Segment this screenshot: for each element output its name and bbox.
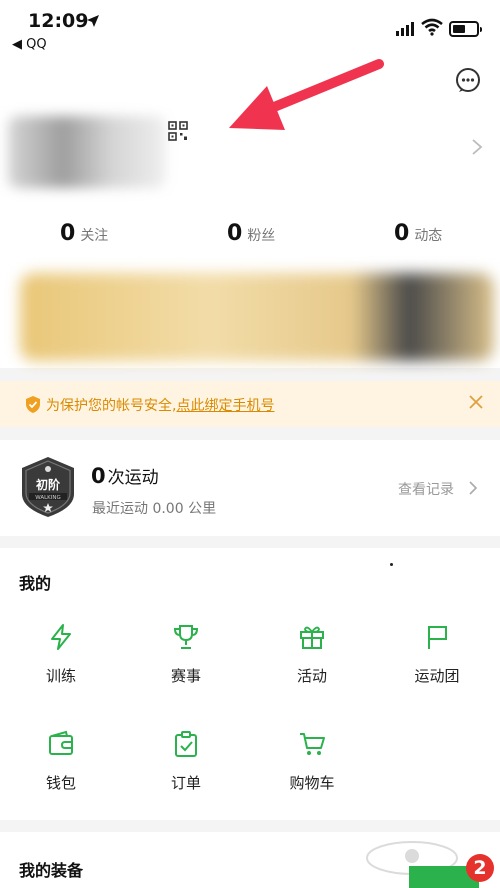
annotation-arrow-icon: [229, 59, 384, 130]
stat-number: 0: [227, 221, 243, 246]
back-to-qq-link[interactable]: ◀ QQ: [12, 37, 47, 52]
stat-number: 0: [394, 221, 410, 246]
badge-sub-text: WALKING: [35, 495, 61, 501]
level-badge-icon: 初阶 WALKING: [22, 457, 74, 517]
grid-label: 钱包: [45, 774, 76, 792]
security-notice: 为保护您的帐号安全,点此绑定手机号: [0, 381, 500, 427]
mine-title: 我的: [19, 574, 52, 593]
trophy-icon: [173, 625, 199, 649]
grid-label: 购物车: [289, 774, 335, 792]
notice-message: 为保护您的帐号安全,: [46, 398, 177, 414]
grid-item-orders[interactable]: 订单: [136, 730, 236, 793]
grid-label: 训练: [45, 667, 76, 685]
stray-dot: [390, 563, 393, 566]
bind-phone-link[interactable]: 点此绑定手机号: [176, 398, 274, 414]
stat-following[interactable]: 0 关注: [60, 221, 108, 246]
grid-item-events[interactable]: 赛事: [136, 623, 236, 686]
flag-icon: [428, 626, 447, 649]
status-bar: 12:09 ◀ QQ: [0, 0, 500, 58]
stat-number: 0: [60, 221, 76, 246]
cellular-signal-icon: [396, 22, 414, 36]
chevron-right-icon[interactable]: [471, 138, 483, 156]
equipment-title: 我的装备: [19, 861, 84, 880]
stat-label: 粉丝: [247, 228, 276, 244]
shield-check-icon: [26, 396, 40, 413]
cart-icon: [300, 733, 325, 755]
sport-count-unit: 次运动: [107, 468, 159, 488]
grid-label: 运动团: [414, 667, 460, 685]
wallet-icon: [49, 730, 73, 755]
follow-stats: 0 关注 0 粉丝 0 动态: [0, 221, 500, 251]
sport-count: 0 次运动: [91, 463, 159, 488]
grid-item-cart[interactable]: 购物车: [262, 730, 362, 793]
clipboard-check-icon: [175, 731, 197, 757]
grid-label: 赛事: [170, 667, 201, 685]
avatar-blurred[interactable]: [8, 116, 166, 188]
recent-distance: 最近运动 0.00 公里: [92, 501, 217, 517]
equipment-section: 我的装备 2: [0, 832, 500, 888]
location-arrow-icon: [87, 15, 99, 27]
grid-label: 订单: [170, 774, 201, 792]
stat-posts[interactable]: 0 动态: [394, 221, 442, 246]
battery-icon: [449, 21, 482, 37]
close-icon[interactable]: [469, 395, 483, 409]
grid-label: 活动: [296, 667, 327, 685]
grid-item-sports-group[interactable]: 运动团: [387, 623, 487, 686]
grid-item-activities[interactable]: 活动: [262, 623, 362, 686]
wifi-icon: [421, 18, 443, 36]
membership-banner-blurred[interactable]: [20, 273, 494, 361]
sport-summary-card[interactable]: 初阶 WALKING 0 次运动 最近运动 0.00 公里 查看记录: [0, 440, 500, 536]
lightning-icon: [51, 624, 71, 650]
chevron-right-icon[interactable]: [468, 480, 478, 496]
stat-label: 动态: [414, 228, 443, 244]
stat-label: 关注: [80, 228, 109, 244]
message-icon[interactable]: [455, 67, 481, 93]
notification-badge: 2: [466, 854, 494, 882]
status-time: 12:09: [28, 10, 89, 32]
notice-text: 为保护您的帐号安全,点此绑定手机号: [46, 395, 274, 415]
grid-item-wallet[interactable]: 钱包: [11, 730, 111, 793]
sport-count-number: 0: [91, 464, 106, 488]
grid-item-training[interactable]: 训练: [11, 623, 111, 686]
profile-header: 0 关注 0 粉丝 0 动态: [0, 58, 500, 368]
badge-level-text: 初阶: [36, 477, 61, 492]
mine-section: 我的 训练 赛事 活动 运动团 钱包 订单 购物车: [0, 548, 500, 820]
qr-code-icon[interactable]: [168, 121, 188, 141]
view-record-link[interactable]: 查看记录: [398, 479, 454, 499]
gift-icon: [300, 626, 324, 649]
stat-fans[interactable]: 0 粉丝: [227, 221, 275, 246]
